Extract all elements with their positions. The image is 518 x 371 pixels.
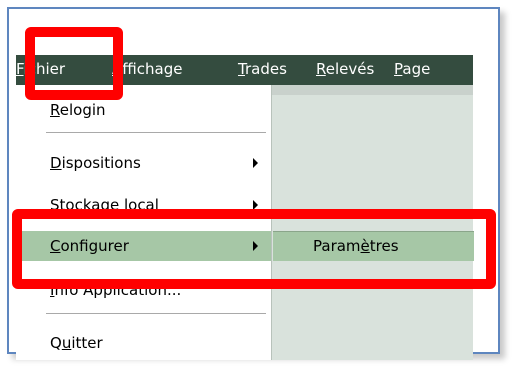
menu-separator — [46, 313, 266, 314]
menu-item-quitter[interactable]: Quitter — [16, 328, 271, 358]
menu-item-dispositions[interactable]: Dispositions — [16, 148, 271, 178]
content-toolbar-strip — [272, 85, 473, 95]
highlight-box-fichier — [25, 27, 123, 100]
menu-item-relogin-label: Relogin — [50, 101, 106, 119]
menu-page-label: Page — [394, 60, 431, 78]
menu-item-quitter-label: Quitter — [50, 334, 103, 352]
menu-page[interactable]: Page — [394, 60, 430, 78]
menu-trades-label: Trades — [238, 60, 287, 78]
menu-separator — [46, 132, 266, 133]
menu-releves[interactable]: Relevés — [316, 60, 374, 78]
menu-releves-label: Relevés — [316, 60, 375, 78]
submenu-arrow-icon — [253, 158, 258, 168]
highlight-box-configurer — [12, 209, 496, 289]
menu-trades[interactable]: Trades — [238, 60, 287, 78]
menu-item-dispositions-label: Dispositions — [50, 154, 141, 172]
